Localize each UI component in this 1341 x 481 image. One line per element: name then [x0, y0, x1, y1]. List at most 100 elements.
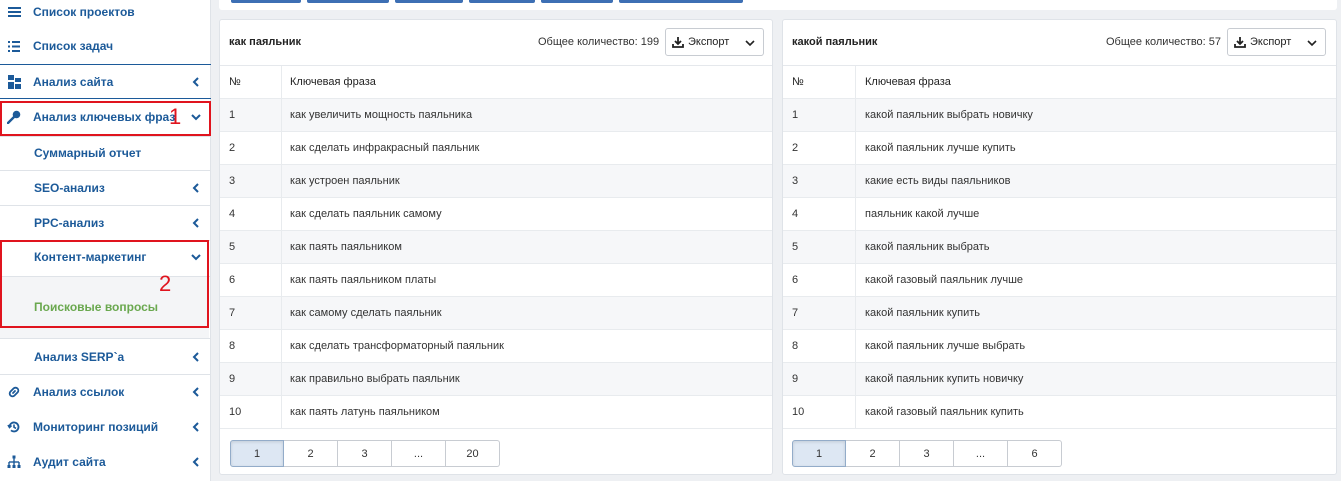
sidebar-item-label: Анализ сайта: [33, 75, 114, 89]
sidebar-item-site-audit[interactable]: Аудит сайта: [0, 452, 211, 472]
column-separator: [855, 231, 856, 263]
row-phrase: как сделать инфракрасный паяльник: [290, 142, 480, 154]
table-row: 1 какой паяльник выбрать новичку: [783, 99, 1336, 132]
row-number: 6: [792, 274, 799, 286]
pagination: 1 2 3 ... 20: [230, 440, 500, 467]
sidebar-item-position-monitoring[interactable]: Мониторинг позиций: [0, 417, 211, 437]
toolbar-button[interactable]: [619, 0, 743, 3]
panel-title: какой паяльник: [792, 36, 878, 48]
row-number: 1: [792, 109, 799, 121]
chevron-down-icon: [1307, 40, 1317, 47]
history-icon: [7, 420, 21, 434]
sidebar-item-serp-analysis[interactable]: Анализ SERP`a: [0, 347, 211, 367]
page-button-2[interactable]: 2: [284, 440, 338, 467]
row-number: 7: [792, 307, 799, 319]
column-separator: [855, 165, 856, 197]
row-phrase: какой паяльник лучше купить: [865, 142, 1016, 154]
sidebar-item-label: Список проектов: [33, 5, 135, 19]
sidebar-item-label: Мониторинг позиций: [33, 420, 159, 434]
sidebar-item-projects[interactable]: Список проектов: [0, 2, 211, 22]
column-separator: [855, 99, 856, 131]
page-button-3[interactable]: 3: [900, 440, 954, 467]
table-row: 5 как паять паяльником: [220, 231, 772, 264]
chevron-left-icon: [191, 352, 201, 362]
sidebar-divider: [0, 338, 211, 339]
download-icon: [672, 37, 684, 48]
toolbar-button[interactable]: [231, 0, 301, 3]
row-phrase: какой газовый паяльник купить: [865, 406, 1024, 418]
panel-title: как паяльник: [229, 36, 302, 48]
row-phrase: как самому сделать паяльник: [290, 307, 442, 319]
row-number: 10: [792, 406, 805, 418]
column-separator: [855, 264, 856, 296]
page-button-1[interactable]: 1: [230, 440, 284, 467]
row-number: 3: [229, 175, 236, 187]
page-button-2[interactable]: 2: [846, 440, 900, 467]
row-number: 4: [792, 208, 799, 220]
export-button[interactable]: Экспорт: [665, 28, 764, 56]
sidebar-item-ppc-analysis[interactable]: PPC-анализ: [0, 213, 211, 233]
row-phrase: как паять паяльником платы: [290, 274, 437, 286]
row-phrase: как устроен паяльник: [290, 175, 400, 187]
row-phrase: какие есть виды паяльников: [865, 175, 1011, 187]
column-separator: [281, 231, 282, 263]
export-button[interactable]: Экспорт: [1227, 28, 1326, 56]
task-list-icon: [7, 39, 21, 53]
column-separator: [855, 363, 856, 395]
page-button-last[interactable]: 6: [1008, 440, 1062, 467]
annotation-box-2: [0, 240, 209, 328]
row-number: 4: [229, 208, 236, 220]
page-button-ellipsis[interactable]: ...: [954, 440, 1008, 467]
total-count: Общее количество: 57: [1106, 36, 1222, 48]
sidebar-divider: [0, 64, 211, 65]
sidebar-divider: [0, 170, 211, 171]
column-separator: [855, 330, 856, 362]
column-separator: [281, 99, 282, 131]
sidebar-item-site-analysis[interactable]: Анализ сайта: [0, 72, 211, 92]
page-button-1[interactable]: 1: [792, 440, 846, 467]
row-number: 6: [229, 274, 236, 286]
column-separator: [855, 66, 856, 98]
row-phrase: как паять паяльником: [290, 241, 402, 253]
column-header-number: №: [229, 76, 241, 88]
chevron-left-icon: [191, 422, 201, 432]
sidebar-item-label: Анализ SERP`a: [34, 350, 125, 364]
row-phrase: как сделать трансформаторный паяльник: [290, 340, 504, 352]
chevron-left-icon: [191, 77, 201, 87]
toolbar-button[interactable]: [307, 0, 389, 3]
row-phrase: как правильно выбрать паяльник: [290, 373, 460, 385]
table-row: 9 как правильно выбрать паяльник: [220, 363, 772, 396]
row-number: 8: [792, 340, 799, 352]
page-button-last[interactable]: 20: [446, 440, 500, 467]
toolbar-button[interactable]: [469, 0, 535, 3]
sidebar-item-label: SEO-анализ: [34, 181, 105, 195]
column-separator: [855, 132, 856, 164]
sidebar-item-link-analysis[interactable]: Анализ ссылок: [0, 382, 211, 402]
sidebar-divider: [0, 136, 211, 137]
row-phrase: как увеличить мощность паяльника: [290, 109, 473, 121]
sidebar-item-seo-analysis[interactable]: SEO-анализ: [0, 178, 211, 198]
row-number: 8: [229, 340, 236, 352]
page-button-ellipsis[interactable]: ...: [392, 440, 446, 467]
top-toolbar: [219, 0, 1337, 10]
sidebar-item-summary-report[interactable]: Суммарный отчет: [0, 143, 211, 163]
row-number: 2: [792, 142, 799, 154]
row-number: 5: [792, 241, 799, 253]
row-phrase: как паять латунь паяльником: [290, 406, 440, 418]
table-row: 4 как сделать паяльник самому: [220, 198, 772, 231]
link-icon: [7, 385, 21, 399]
annotation-number-2: 2: [159, 271, 172, 296]
sidebar-divider: [0, 98, 211, 99]
sidebar-item-tasks[interactable]: Список задач: [0, 36, 211, 56]
page-button-3[interactable]: 3: [338, 440, 392, 467]
row-number: 9: [792, 373, 799, 385]
table-row: 9 какой паяльник купить новичку: [783, 363, 1336, 396]
sidebar-item-label: Суммарный отчет: [34, 146, 142, 160]
row-number: 9: [229, 373, 236, 385]
toolbar-button[interactable]: [541, 0, 613, 3]
column-header-phrase: Ключевая фраза: [290, 76, 376, 88]
list-icon: [7, 5, 21, 19]
row-number: 3: [792, 175, 799, 187]
toolbar-button[interactable]: [395, 0, 463, 3]
chevron-left-icon: [191, 387, 201, 397]
